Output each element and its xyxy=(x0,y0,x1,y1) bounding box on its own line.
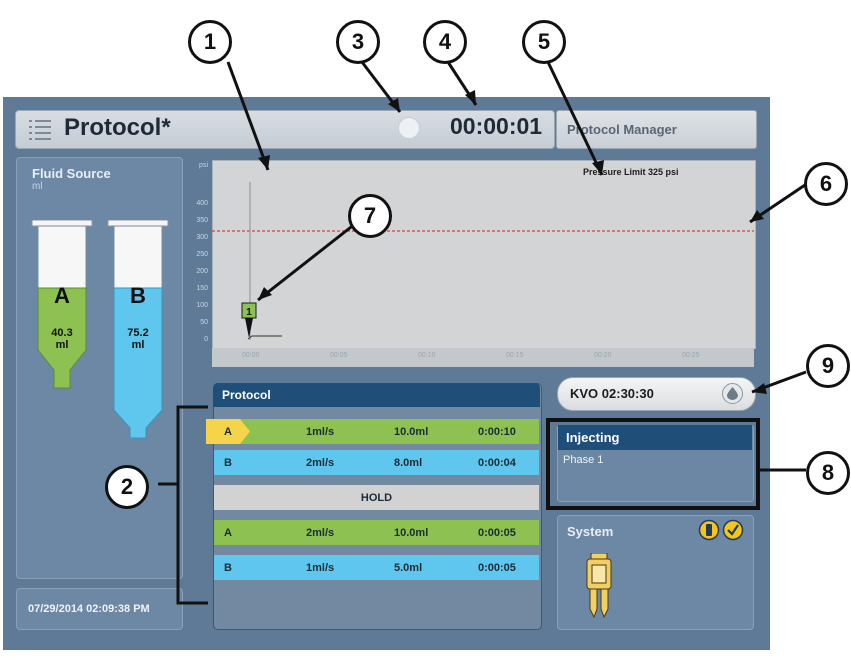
x-axis: 00:00 00:05 00:10 00:15 00:20 00:25 xyxy=(212,348,754,367)
datetime-text: 07/29/2014 02:09:38 PM xyxy=(28,603,150,615)
row-rate: 2ml/s xyxy=(306,527,335,539)
syringe-a-label: A xyxy=(54,283,70,308)
chart-plot: 1 xyxy=(212,182,754,340)
callout-1: 1 xyxy=(188,20,232,64)
row-rate: 1ml/s xyxy=(306,426,335,438)
callout-9: 9 xyxy=(806,344,850,388)
callout-7: 7 xyxy=(348,194,392,238)
elapsed-timer: 00:00:01 xyxy=(450,113,543,139)
y-tick: 200 xyxy=(196,268,208,275)
row-source: B xyxy=(224,562,232,574)
system-status-icons xyxy=(698,519,744,541)
y-axis: psi 400 350 300 250 200 150 100 50 0 xyxy=(186,160,212,367)
syringe-a-unit: ml xyxy=(56,339,69,351)
callout-2: 2 xyxy=(105,465,149,509)
callout-6: 6 xyxy=(804,162,848,206)
syringes: A B 40.3 ml 75.2 ml xyxy=(31,220,169,439)
phase-marker-label: 1 xyxy=(246,307,252,318)
pressure-trace xyxy=(247,335,282,340)
x-tick: 00:20 xyxy=(594,352,612,359)
protocol-row[interactable]: A 2ml/s 10.0ml 0:00:05 xyxy=(214,520,539,545)
row-source: A xyxy=(224,527,232,539)
protocol-manager-label: Protocol Manager xyxy=(567,122,677,137)
x-tick: 00:10 xyxy=(418,352,436,359)
protocol-row[interactable]: A 1ml/s 10.0ml 0:00:10 xyxy=(206,419,539,444)
y-unit-label: psi xyxy=(199,162,208,169)
y-tick: 0 xyxy=(204,336,208,343)
injector-status-icon xyxy=(698,519,720,541)
row-source: B xyxy=(224,457,232,469)
syringe-b-volume: 75.2 xyxy=(127,327,148,339)
row-duration: 0:00:05 xyxy=(478,562,516,574)
protocol-hold-row[interactable]: HOLD xyxy=(214,485,539,510)
x-tick: 00:25 xyxy=(682,352,700,359)
callout-3: 3 xyxy=(336,20,380,64)
fluid-source-unit: ml xyxy=(32,181,43,192)
phase-marker-pointer xyxy=(245,318,253,338)
protocol-row[interactable]: B 1ml/s 5.0ml 0:00:05 xyxy=(214,555,539,580)
row-duration: 0:00:04 xyxy=(478,457,516,469)
syringe-a-volume: 40.3 xyxy=(51,327,72,339)
fluid-source-title: Fluid Source xyxy=(32,166,111,181)
y-tick: 350 xyxy=(196,217,208,224)
y-tick: 50 xyxy=(200,319,208,326)
protocol-title: Protocol* xyxy=(64,114,171,141)
x-tick: 00:15 xyxy=(506,352,524,359)
row-duration: 0:00:05 xyxy=(478,527,516,539)
y-tick: 150 xyxy=(196,285,208,292)
protocol-header: Protocol xyxy=(213,383,540,407)
drop-icon[interactable] xyxy=(722,383,743,404)
x-tick: 00:05 xyxy=(330,352,348,359)
check-icon xyxy=(722,519,744,541)
protocol-row[interactable]: B 2ml/s 8.0ml 0:00:04 xyxy=(214,450,539,475)
row-volume: 10.0ml xyxy=(394,426,429,438)
list-menu-icon[interactable] xyxy=(28,117,52,141)
kvo-label: KVO 02:30:30 xyxy=(570,386,654,401)
callout-4: 4 xyxy=(423,20,467,64)
row-source: A xyxy=(224,426,232,438)
protocol-header-label: Protocol xyxy=(222,388,271,402)
callout-8: 8 xyxy=(806,451,850,495)
system-title: System xyxy=(567,524,614,539)
y-tick: 300 xyxy=(196,234,208,241)
y-tick: 400 xyxy=(196,200,208,207)
x-tick: 00:00 xyxy=(242,352,260,359)
syringe-b-label: B xyxy=(130,283,146,308)
row-rate: 2ml/s xyxy=(306,457,335,469)
y-tick: 250 xyxy=(196,251,208,258)
row-hold: HOLD xyxy=(360,492,393,504)
row-duration: 0:00:10 xyxy=(478,426,516,438)
injecting-highlight-frame xyxy=(546,418,760,510)
syringe-b-unit: ml xyxy=(132,339,145,351)
injector-head-icon xyxy=(586,553,612,619)
row-volume: 10.0ml xyxy=(394,527,429,539)
status-spinner-icon xyxy=(398,117,420,139)
protocol-manager-button[interactable]: Protocol Manager xyxy=(556,110,757,149)
row-rate: 1ml/s xyxy=(306,562,335,574)
row-volume: 8.0ml xyxy=(394,457,423,469)
y-tick: 100 xyxy=(196,302,208,309)
callout-5: 5 xyxy=(522,20,566,64)
row-volume: 5.0ml xyxy=(394,562,423,574)
